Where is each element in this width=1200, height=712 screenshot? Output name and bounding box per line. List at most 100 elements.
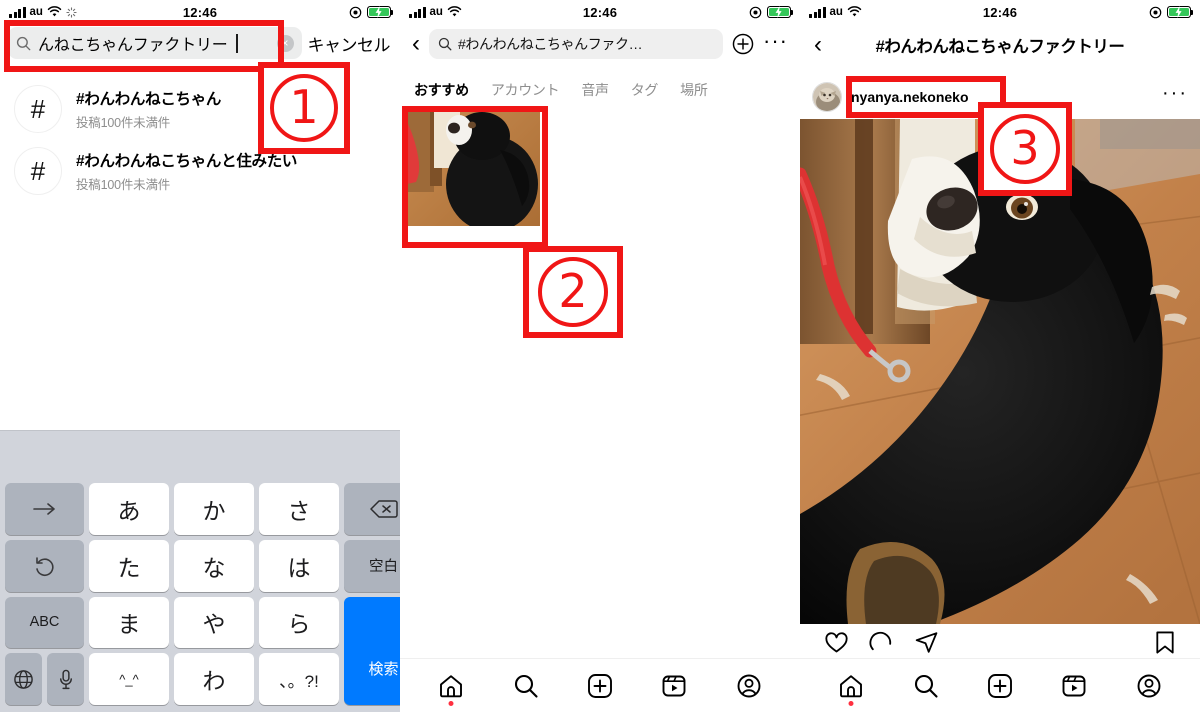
undo-icon <box>35 556 54 576</box>
page-title: #わんわんねこちゃんファクトリー <box>875 38 1125 56</box>
hashtag-icon: # <box>14 147 62 195</box>
post-action-bar <box>800 626 1200 658</box>
home-icon[interactable] <box>838 673 864 706</box>
bookmark-icon[interactable] <box>1154 630 1176 655</box>
cancel-button[interactable]: キャンセル <box>308 31 393 56</box>
status-right-group <box>749 6 794 19</box>
keyboard-grid: あ か さ た な は 空白 ABC ま や ら 検索 ^_^ わ 、。?! <box>0 479 400 712</box>
status-right-group <box>1149 6 1194 19</box>
key-undo[interactable] <box>5 539 84 592</box>
key-arrow-right[interactable] <box>5 483 84 535</box>
key-punctuation[interactable]: 、。?! <box>259 653 339 705</box>
bolt-icon <box>775 6 782 18</box>
tab-recommended[interactable]: おすすめ <box>414 80 469 100</box>
search-input-value: #わんわんねこちゃんファク… <box>458 36 643 52</box>
key-a[interactable]: あ <box>89 483 169 535</box>
key-ma[interactable]: ま <box>89 596 169 649</box>
avatar-cat-image <box>813 83 841 111</box>
key-globe[interactable] <box>5 653 42 705</box>
key-abc[interactable]: ABC <box>5 596 84 649</box>
search-header-row: ‹ #わんわんねこちゃんファク… ··· <box>400 26 800 62</box>
annotation-highlight-search-field <box>4 20 284 72</box>
mic-icon <box>59 669 72 689</box>
add-icon[interactable] <box>587 673 613 699</box>
key-sa[interactable]: さ <box>259 483 339 535</box>
location-icon <box>749 6 762 18</box>
status-right-group <box>349 6 394 19</box>
key-emoji[interactable]: ^_^ <box>89 653 169 705</box>
status-bar-mid: au 12:46 <box>400 0 800 24</box>
add-icon[interactable] <box>987 673 1013 699</box>
reels-icon[interactable] <box>661 673 687 699</box>
backspace-icon <box>369 500 398 518</box>
add-circle-icon[interactable] <box>732 33 754 55</box>
result-texts: #わんわんねこちゃん 投稿100件未満件 <box>76 87 221 131</box>
share-icon[interactable] <box>914 630 939 655</box>
result-texts: #わんわんねこちゃんと住みたい 投稿100件未満件 <box>76 149 297 193</box>
annotation-badge-2-label: 2 <box>538 257 608 327</box>
annotation-badge-1-label: 1 <box>270 74 338 142</box>
annotation-badge-3-label: 3 <box>990 114 1060 184</box>
avatar[interactable] <box>812 82 842 112</box>
bolt-icon <box>375 6 382 18</box>
key-ta[interactable]: た <box>89 539 169 592</box>
tab-places[interactable]: 場所 <box>680 80 708 100</box>
home-icon[interactable] <box>438 673 464 706</box>
tab-audio[interactable]: 音声 <box>581 80 609 100</box>
key-backspace[interactable] <box>344 483 400 535</box>
notification-dot <box>848 700 854 706</box>
bottom-navigation-bar <box>800 658 1200 712</box>
clock-label: 12:46 <box>982 4 1018 20</box>
key-mic[interactable] <box>47 653 84 705</box>
search-icon <box>438 37 452 51</box>
bolt-icon <box>1175 6 1182 18</box>
key-ra[interactable]: ら <box>259 596 339 649</box>
post-header: ‹ #わんわんねこちゃんファクトリー <box>800 26 1200 64</box>
location-icon <box>1149 6 1162 18</box>
clock-label: 12:46 <box>582 4 618 20</box>
reels-icon[interactable] <box>1061 673 1087 699</box>
key-na[interactable]: な <box>174 539 254 592</box>
key-ka[interactable]: か <box>174 483 254 535</box>
result-subtitle: 投稿100件未満件 <box>76 178 171 192</box>
japanese-keyboard[interactable]: あ か さ た な は 空白 ABC ま や ら 検索 ^_^ わ 、。?! <box>0 430 400 712</box>
tab-tags[interactable]: タグ <box>631 80 659 100</box>
comment-icon[interactable] <box>869 630 894 655</box>
post-more-button[interactable]: ··· <box>1162 83 1188 105</box>
search-icon[interactable] <box>913 673 939 699</box>
result-tabs: おすすめ アカウント 音声 タグ 場所 <box>400 74 800 106</box>
arrow-right-icon <box>32 503 55 515</box>
battery-charging-icon <box>767 6 794 18</box>
keyboard-suggestion-bar <box>0 431 400 479</box>
back-button[interactable]: ‹ <box>412 32 420 56</box>
key-ha[interactable]: は <box>259 539 339 592</box>
result-title: #わんわんねこちゃん <box>76 91 222 108</box>
clock-label: 12:46 <box>182 4 218 20</box>
globe-icon <box>14 669 33 689</box>
status-bar-right: au 12:46 <box>800 0 1200 24</box>
key-wa[interactable]: わ <box>174 653 254 705</box>
annotation-highlight-thumbnail <box>402 106 548 248</box>
key-globe-mic-group <box>5 653 84 705</box>
battery-charging-icon <box>367 6 394 18</box>
profile-icon[interactable] <box>1136 673 1162 699</box>
key-space[interactable]: 空白 <box>344 539 400 592</box>
bottom-navigation-bar <box>400 658 800 712</box>
location-icon <box>349 6 362 18</box>
search-input[interactable]: #わんわんねこちゃんファク… <box>429 29 724 59</box>
tab-accounts[interactable]: アカウント <box>491 80 560 100</box>
notification-dot <box>448 700 454 706</box>
result-subtitle: 投稿100件未満件 <box>76 116 171 130</box>
key-ya[interactable]: や <box>174 596 254 649</box>
annotation-badge-1: 1 <box>258 62 350 154</box>
back-button[interactable]: ‹ <box>814 33 822 57</box>
hashtag-icon: # <box>14 85 62 133</box>
more-options-button[interactable]: ··· <box>763 29 788 54</box>
annotation-badge-3: 3 <box>978 102 1072 196</box>
profile-icon[interactable] <box>736 673 762 699</box>
like-icon[interactable] <box>824 630 849 655</box>
annotation-badge-2: 2 <box>523 246 623 338</box>
battery-charging-icon <box>1167 6 1194 18</box>
key-search[interactable]: 検索 <box>344 596 400 705</box>
search-icon[interactable] <box>513 673 539 699</box>
